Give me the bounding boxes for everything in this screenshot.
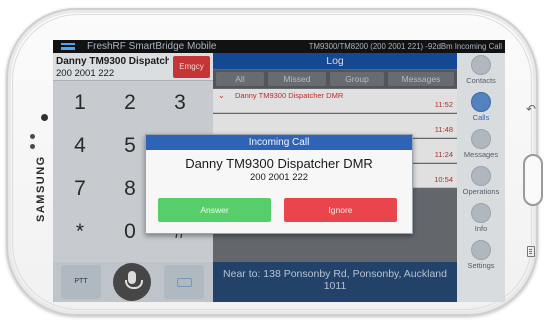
device-brand: SAMSUNG xyxy=(35,155,47,222)
dialog-title: Incoming Call xyxy=(146,135,412,150)
answer-button[interactable]: Answer xyxy=(158,198,271,222)
light-sensor xyxy=(30,144,35,149)
menu-icon[interactable] xyxy=(61,43,75,50)
back-key-icon[interactable]: ↶ xyxy=(526,102,536,116)
ignore-button[interactable]: Ignore xyxy=(284,198,397,222)
home-button[interactable] xyxy=(523,154,543,206)
incoming-call-dialog: Incoming Call Danny TM9300 Dispatcher DM… xyxy=(145,134,413,234)
proximity-sensor xyxy=(30,134,35,139)
front-camera xyxy=(41,114,48,121)
menu-key-icon[interactable] xyxy=(527,246,535,257)
device-screen: FreshRF SmartBridge Mobile TM9300/TM8200… xyxy=(53,40,505,302)
radio-status: TM9300/TM8200 (200 2001 221) -92dBm Inco… xyxy=(308,42,502,51)
status-bar: FreshRF SmartBridge Mobile TM9300/TM8200… xyxy=(53,40,505,53)
caller-number: 200 2001 222 xyxy=(249,172,309,183)
caller-name: Danny TM9300 Dispatcher DMR xyxy=(185,156,373,171)
app-title: FreshRF SmartBridge Mobile xyxy=(87,41,217,52)
dialog-overlay: Incoming Call Danny TM9300 Dispatcher DM… xyxy=(53,53,505,302)
